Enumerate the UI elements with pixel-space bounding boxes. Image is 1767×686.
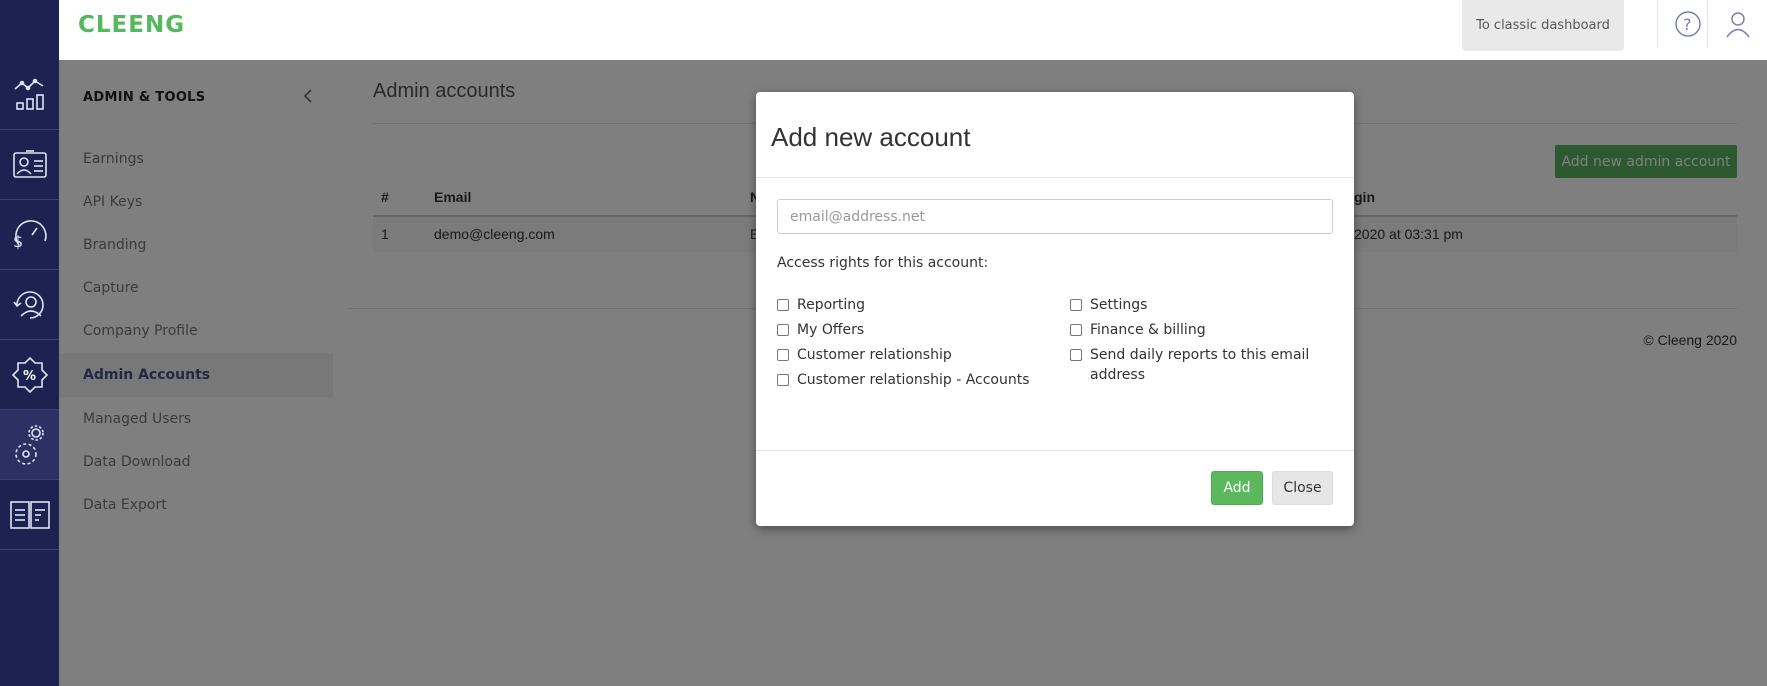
checkbox-label: Customer relationship (797, 347, 952, 363)
close-button[interactable]: Close (1272, 471, 1333, 505)
customer-card-icon (12, 149, 47, 178)
checkbox-box[interactable] (777, 299, 789, 311)
rail-customers[interactable] (0, 130, 59, 200)
rail-analytics[interactable] (0, 60, 59, 130)
checkbox-finance-billing[interactable]: Finance & billing (1070, 320, 1206, 340)
svg-text:?: ? (1683, 15, 1692, 34)
top-bar: CLEENG To classic dashboard ? (59, 0, 1767, 60)
add-button[interactable]: Add (1211, 471, 1263, 505)
rail-retention[interactable] (0, 270, 59, 340)
checkbox-daily-reports[interactable]: Send daily reports to this email address (1070, 345, 1320, 385)
user-icon (1725, 12, 1750, 38)
email-input[interactable] (777, 199, 1333, 234)
checkbox-box[interactable] (1070, 349, 1082, 361)
checkbox-customer-relationship-accounts[interactable]: Customer relationship - Accounts (777, 370, 1030, 390)
svg-text:%: % (23, 369, 36, 384)
checkbox-my-offers[interactable]: My Offers (777, 320, 864, 340)
analytics-icon (13, 78, 44, 110)
checkbox-label: Settings (1090, 297, 1148, 313)
checkbox-box[interactable] (777, 374, 789, 386)
rail-settings[interactable] (0, 410, 59, 480)
checkbox-box[interactable] (777, 349, 789, 361)
revenue-gauge-icon: $ (13, 219, 47, 251)
question-circle-icon: ? (1674, 11, 1701, 37)
checkbox-box[interactable] (1070, 299, 1082, 311)
modal-header-divider (756, 177, 1354, 178)
svg-text:$: $ (13, 232, 23, 251)
rail-revenue[interactable]: $ (0, 200, 59, 270)
classic-dashboard-button[interactable]: To classic dashboard (1462, 0, 1624, 51)
checkbox-customer-relationship[interactable]: Customer relationship (777, 345, 952, 365)
settings-gears-icon (14, 424, 44, 465)
checkbox-settings[interactable]: Settings (1070, 295, 1147, 315)
access-rights-label: Access rights for this account: (777, 255, 989, 271)
user-menu-button[interactable] (1707, 0, 1767, 48)
rail-docs[interactable] (0, 480, 59, 550)
checkbox-label: My Offers (797, 322, 865, 338)
add-account-modal: Add new account Access rights for this a… (756, 92, 1354, 526)
rail-offers[interactable]: % (0, 340, 59, 410)
modal-title: Add new account (771, 122, 971, 152)
book-icon (9, 500, 50, 529)
icon-rail: $ % (0, 0, 59, 686)
discount-badge-icon: % (11, 356, 48, 393)
checkbox-label: Customer relationship - Accounts (797, 372, 1030, 388)
checkbox-label: Reporting (797, 297, 866, 313)
customer-cycle-icon (12, 290, 44, 319)
checkbox-box[interactable] (777, 324, 789, 336)
cleeng-logo[interactable]: CLEENG (78, 12, 185, 38)
checkbox-label: Send daily reports to this email address (1090, 347, 1310, 383)
checkbox-label: Finance & billing (1090, 322, 1206, 338)
modal-footer-divider (756, 450, 1354, 451)
checkbox-box[interactable] (1070, 324, 1082, 336)
checkbox-reporting[interactable]: Reporting (777, 295, 865, 315)
